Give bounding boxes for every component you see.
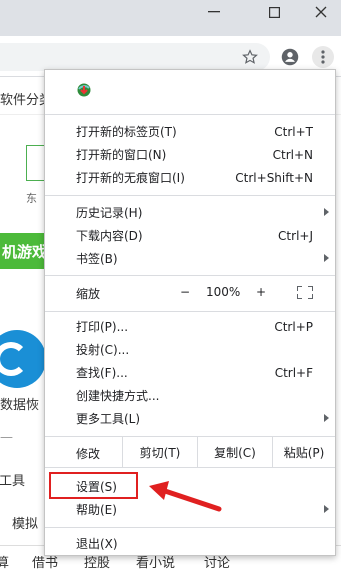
edit-label: 修改 [76,447,101,461]
profile-button[interactable] [279,46,301,68]
menu-item-label: 打开新的窗口(N) [76,148,167,162]
menu-item-label: 历史记录(H) [76,206,143,220]
menu-item-downloads[interactable]: 下载内容(D) Ctrl+J [45,224,335,247]
menu-item-more-tools[interactable]: 更多工具(L) [45,407,335,430]
menu-separator [45,275,335,276]
menu-separator [45,195,335,196]
menu-item-label: 退出(X) [76,537,118,551]
zoom-label: 缩放 [76,287,101,301]
settings-highlight-box [49,472,138,499]
submenu-arrow-icon [324,254,329,262]
menu-separator [45,114,335,115]
menu-item-label: 书签(B) [76,252,118,266]
menu-item-print[interactable]: 打印(P)... Ctrl+P [45,315,335,338]
menu-item-label: 帮助(E) [76,503,117,517]
menu-item-shortcut: Ctrl+P [274,319,313,334]
page-text-tools: 具工具 [0,474,26,489]
star-icon [242,49,258,64]
menu-item-label: 更多工具(L) [76,412,141,426]
minimize-button[interactable] [194,0,234,24]
menu-item-label: 下载内容(D) [76,229,143,243]
menu-item-new-window[interactable]: 打开新的窗口(N) Ctrl+N [45,143,335,166]
menu-separator [45,527,335,528]
menu-item-incognito[interactable]: 打开新的无痕窗口(I) Ctrl+Shift+N [45,166,335,189]
menu-separator [45,311,335,312]
cut-button[interactable]: 剪切(T) [122,437,197,467]
cut-label: 剪切(T) [139,445,181,460]
page-text-simulate: 模拟 [12,517,39,532]
bookmark-star-button[interactable] [239,46,261,68]
menu-item-cast[interactable]: 投射(C)... [45,338,335,361]
title-bar [0,0,341,36]
fullscreen-icon[interactable] [297,286,313,299]
zoom-in-button[interactable]: + [256,285,266,299]
menu-item-label: 创建快捷方式... [76,389,160,403]
vertical-dots-icon [321,50,325,64]
zoom-row: 缩放 − 100% + [45,277,335,307]
menu-item-shortcut: Ctrl+N [272,147,313,162]
menu-item-label: 打开新的无痕窗口(I) [76,171,185,185]
copy-label: 复制(C) [214,445,256,460]
zoom-out-button[interactable]: − [180,285,190,299]
submenu-arrow-icon [324,414,329,422]
menu-item-shortcut: Ctrl+F [274,365,313,380]
menu-item-shortcut: Ctrl+J [278,228,313,243]
address-bar[interactable] [0,43,270,71]
submenu-arrow-icon [324,505,329,513]
menu-item-bookmarks[interactable]: 书签(B) [45,247,335,270]
menu-item-label: 打开新的标签页(T) [76,125,177,139]
submenu-arrow-icon [324,208,329,216]
red-arrow-icon [149,481,222,512]
menu-item-create-shortcut[interactable]: 创建快捷方式... [45,384,335,407]
menu-item-label: 投射(C)... [76,343,130,357]
menu-item-find[interactable]: 查找(F)... Ctrl+F [45,361,335,384]
page-green-banner[interactable]: 机游戏 [0,233,48,269]
menu-button[interactable] [312,46,334,68]
menu-item-new-tab[interactable]: 打开新的标签页(T) Ctrl+T [45,120,335,143]
page-text-dong: 东 [26,192,37,205]
page-app-logo [0,330,46,388]
close-icon [315,6,327,18]
menu-separator [45,467,335,468]
green-banner-text: 机游戏 [2,242,48,261]
menu-item-shortcut: Ctrl+Shift+N [235,170,313,185]
edit-row: 修改 剪切(T) 复制(C) 粘贴(P) [45,437,335,467]
account-icon [281,48,299,66]
page-text-data: 数据恢 [0,398,40,413]
menu-item-shortcut: Ctrl+T [274,124,313,139]
page-divider-text: — [0,430,13,445]
download-manager-icon[interactable] [76,82,92,98]
close-button[interactable] [301,0,341,24]
maximize-button[interactable] [254,0,294,24]
page-tab[interactable]: 算 [0,552,9,571]
paste-label: 粘贴(P) [283,445,325,460]
zoom-level: 100% [206,285,241,299]
copy-button[interactable]: 复制(C) [197,437,272,467]
maximize-icon [268,6,280,18]
menu-item-label: 查找(F)... [76,366,128,380]
menu-item-history[interactable]: 历史记录(H) [45,201,335,224]
menu-item-exit[interactable]: 退出(X) [45,532,335,555]
paste-button[interactable]: 粘贴(P) [272,437,335,467]
minimize-icon [208,11,220,13]
menu-item-label: 打印(P)... [76,320,129,334]
